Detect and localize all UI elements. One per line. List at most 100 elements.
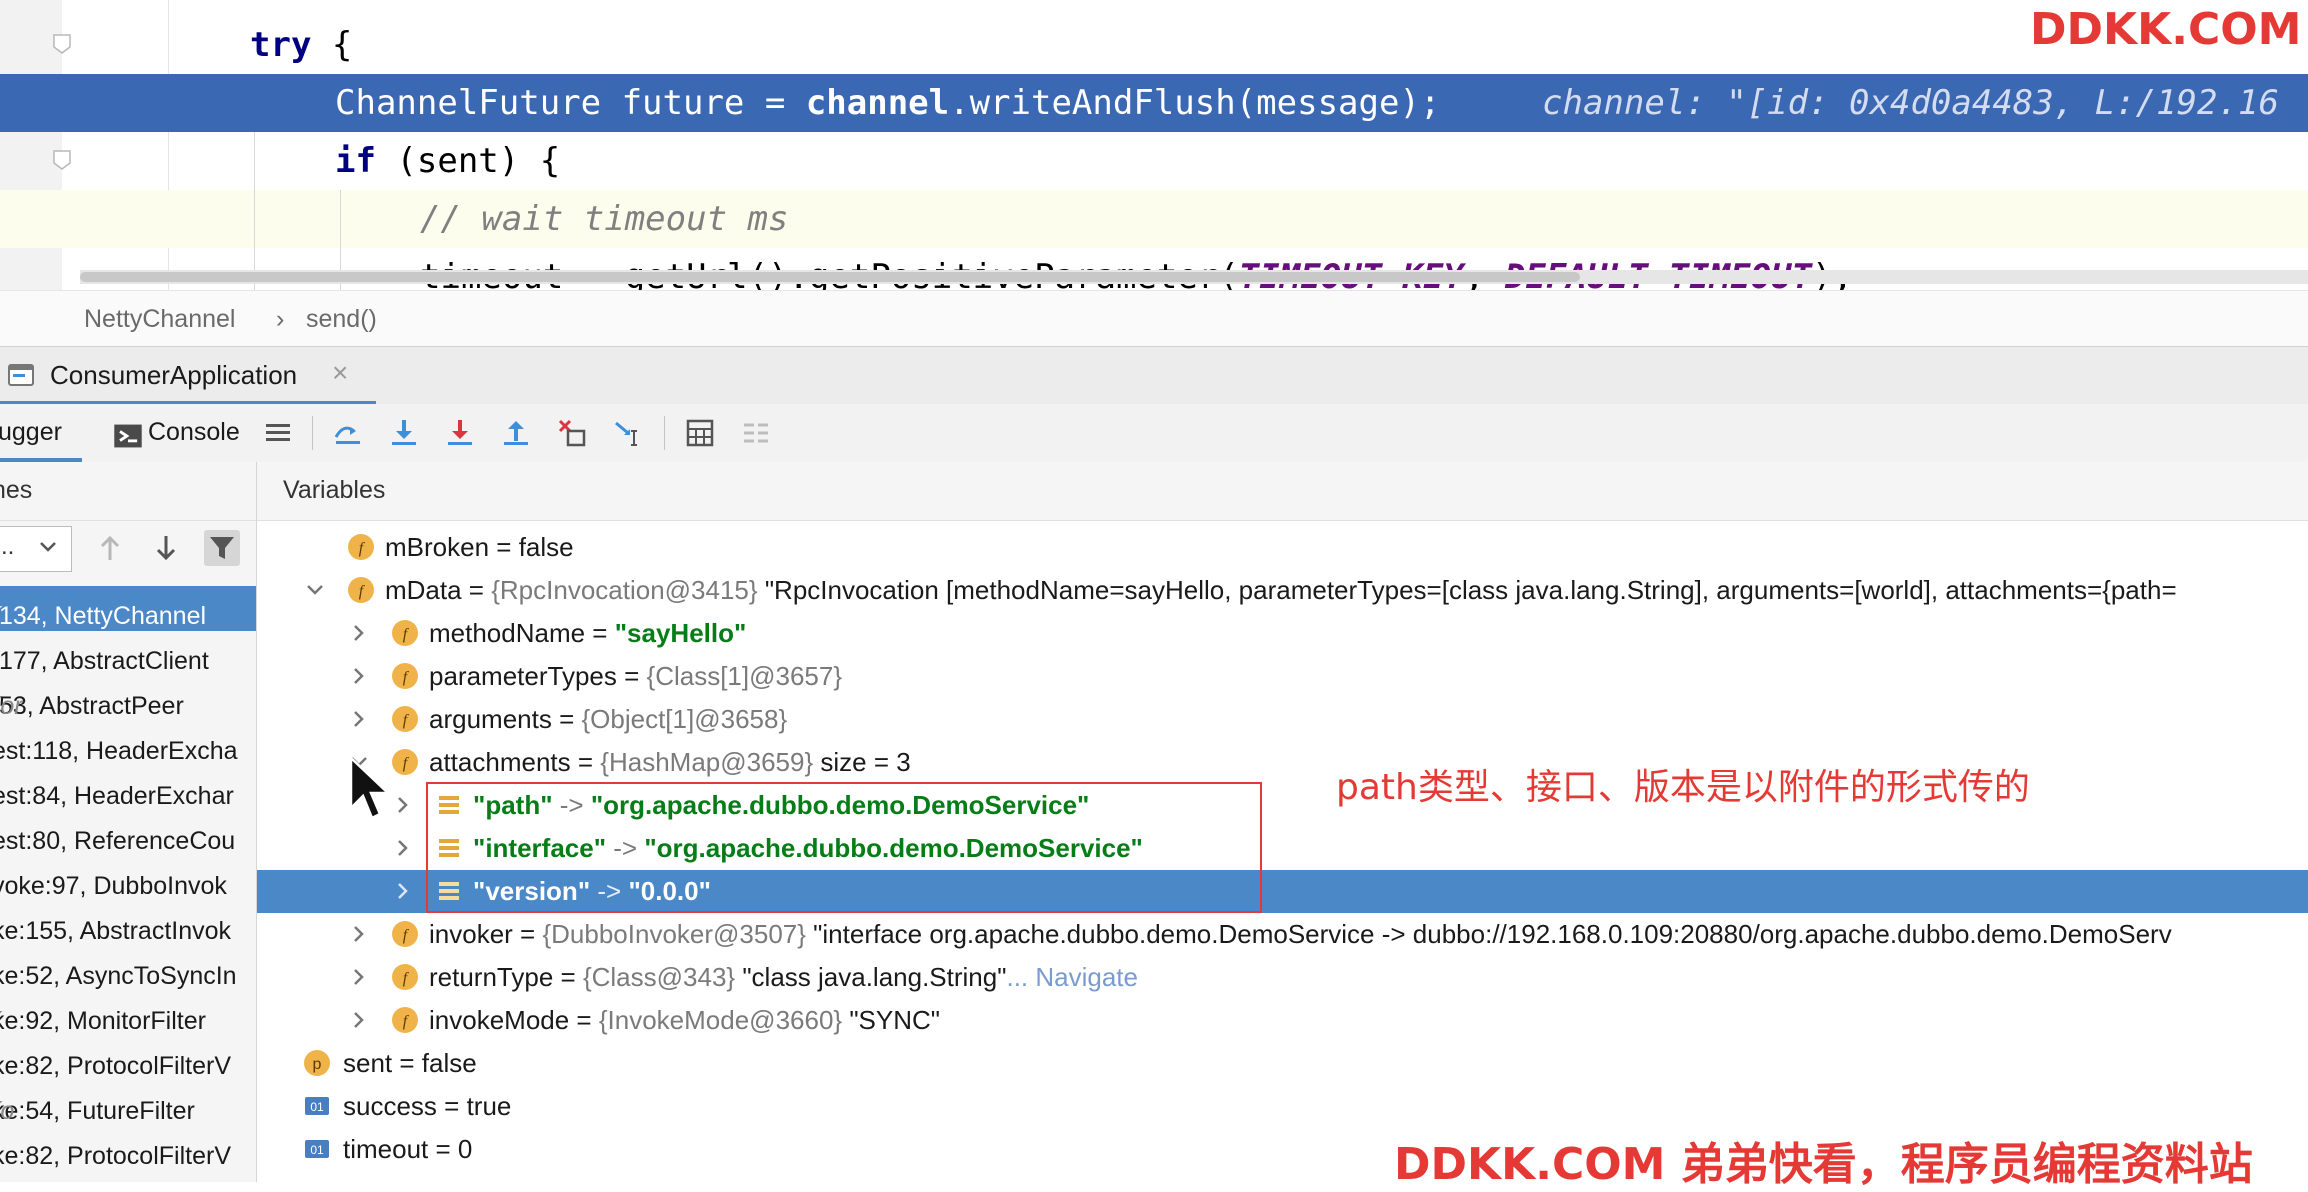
variable-value: false bbox=[422, 1048, 477, 1078]
variable-row-mdata[interactable]: f mData = {RpcInvocation@3415} "RpcInvoc… bbox=[257, 569, 2308, 612]
chevron-right-icon[interactable] bbox=[347, 664, 371, 688]
step-out-icon[interactable] bbox=[500, 417, 532, 449]
stack-frame-row[interactable]: ke:54, FutureFilter (o bbox=[0, 1081, 256, 1126]
frame-text: ke:92, MonitorFilter bbox=[0, 1007, 206, 1036]
trace-icon[interactable] bbox=[740, 417, 772, 449]
chevron-down-icon[interactable] bbox=[303, 578, 327, 602]
variable-name: arguments bbox=[429, 704, 552, 734]
variable-row-methodname[interactable]: f methodName = "sayHello" bbox=[257, 612, 2308, 655]
variable-name: invokeMode bbox=[429, 1005, 569, 1035]
stack-frame-row[interactable]: ke:82, ProtocolFilterV bbox=[0, 1036, 256, 1081]
variable-ref: {DubboInvoker@3507} bbox=[542, 919, 805, 949]
inline-debug-value: channel: "[id: 0x4d0a4483, L:/192.16 bbox=[1542, 74, 2279, 132]
step-into-icon[interactable] bbox=[388, 417, 420, 449]
fold-marker-icon[interactable] bbox=[50, 148, 74, 172]
variable-row-success[interactable]: 01 success = true bbox=[257, 1085, 2308, 1128]
variable-name: mData bbox=[385, 575, 462, 605]
variable-row-mbroken[interactable]: f mBroken = false bbox=[257, 526, 2308, 569]
stack-frame-row[interactable]: ke:82, ProtocolFilterV bbox=[0, 1126, 256, 1171]
breadcrumb-method[interactable]: send() bbox=[306, 305, 377, 334]
field-icon: f bbox=[391, 920, 419, 948]
stack-frame-row[interactable]: :177, AbstractClient bbox=[0, 631, 256, 676]
drop-frame-icon[interactable] bbox=[556, 417, 588, 449]
code-line-current-execution[interactable]: ChannelFuture future = channel.writeAndF… bbox=[0, 74, 2308, 132]
variable-value: false bbox=[519, 532, 574, 562]
menu-icon[interactable] bbox=[262, 417, 294, 449]
tab-debugger[interactable]: ugger bbox=[0, 404, 82, 462]
breadcrumb-class[interactable]: NettyChannel bbox=[84, 305, 235, 334]
fold-marker-icon[interactable] bbox=[50, 32, 74, 56]
breadcrumb-separator: › bbox=[276, 305, 284, 334]
stack-frame-row[interactable]: :134, NettyChannel ( bbox=[0, 586, 256, 631]
variable-row-parametertypes[interactable]: f parameterTypes = {Class[1]@3657} bbox=[257, 655, 2308, 698]
run-config-icon bbox=[8, 364, 34, 386]
variable-value: "RpcInvocation [methodName=sayHello, par… bbox=[758, 575, 2177, 605]
variable-eq: = bbox=[462, 575, 492, 605]
code-line-if[interactable]: if (sent) { bbox=[0, 132, 2308, 190]
editor-horizontal-scrollbar[interactable] bbox=[80, 270, 2308, 284]
variable-value: 0 bbox=[458, 1134, 472, 1164]
thread-selector[interactable]: .. bbox=[0, 526, 72, 572]
chevron-right-icon[interactable] bbox=[347, 621, 371, 645]
variable-row-invokemode[interactable]: f invokeMode = {InvokeMode@3660} "SYNC" bbox=[257, 999, 2308, 1042]
chevron-right-icon[interactable] bbox=[347, 922, 371, 946]
frame-text: ke:54, FutureFilter bbox=[0, 1097, 195, 1126]
field-icon: f bbox=[391, 619, 419, 647]
stack-frame-row[interactable]: :53, AbstractPeer (or bbox=[0, 676, 256, 721]
evaluate-expression-icon[interactable] bbox=[684, 417, 716, 449]
stack-frame-row[interactable]: voke:97, DubboInvok bbox=[0, 856, 256, 901]
tab-label: ConsumerApplication bbox=[50, 360, 297, 391]
frames-pane: nes .. :134, NettyChannel ( :177, Abstra… bbox=[0, 462, 257, 1182]
variable-eq: = bbox=[569, 1005, 599, 1035]
tab-label: ugger bbox=[0, 418, 62, 447]
variable-eq: = bbox=[437, 1091, 467, 1121]
code-editor[interactable]: try { ChannelFuture future = channel.wri… bbox=[0, 0, 2308, 290]
chevron-right-icon[interactable] bbox=[347, 707, 371, 731]
code-line-try[interactable]: try { bbox=[0, 16, 2308, 74]
show-execution-point-icon[interactable] bbox=[332, 417, 364, 449]
variable-value: "class java.lang.String" bbox=[735, 962, 1006, 992]
stack-frame-row[interactable]: ke:92, MonitorFilter ( bbox=[0, 991, 256, 1036]
variable-row-returntype[interactable]: f returnType = {Class@343} "class java.l… bbox=[257, 956, 2308, 999]
filter-icon[interactable] bbox=[204, 530, 240, 566]
stack-frame-row[interactable]: est:118, HeaderExcha bbox=[0, 721, 256, 766]
variable-row-sent[interactable]: p sent = false bbox=[257, 1042, 2308, 1085]
stack-frame-row[interactable]: ke:155, AbstractInvok bbox=[0, 901, 256, 946]
variable-ref: {Class@343} bbox=[583, 962, 735, 992]
navigate-link[interactable]: ... Navigate bbox=[1006, 962, 1138, 992]
arrow-down-icon[interactable] bbox=[150, 532, 182, 564]
debug-tab-bar: ConsumerApplication × bbox=[0, 346, 2308, 406]
scrollbar-thumb[interactable] bbox=[80, 272, 1580, 282]
frame-package: (o bbox=[0, 1097, 14, 1126]
parameter-icon: p bbox=[303, 1049, 331, 1077]
chevron-right-icon[interactable] bbox=[347, 1008, 371, 1032]
variable-ref: {RpcInvocation@3415} bbox=[491, 575, 757, 605]
force-step-into-icon[interactable] bbox=[444, 417, 476, 449]
keyword-if: if bbox=[335, 141, 376, 181]
stack-frame-row[interactable]: ke:52, AsyncToSyncIn bbox=[0, 946, 256, 991]
variable-value: "SYNC" bbox=[842, 1005, 940, 1035]
stack-frame-row[interactable]: est:84, HeaderExchar bbox=[0, 766, 256, 811]
tab-consumer-application[interactable]: ConsumerApplication × bbox=[0, 347, 376, 405]
chevron-right-icon[interactable] bbox=[391, 836, 415, 860]
console-icon bbox=[112, 420, 140, 448]
code-line-comment[interactable]: // wait timeout ms bbox=[0, 190, 2308, 248]
variable-name: mBroken bbox=[385, 532, 489, 562]
frame-text: ke:82, ProtocolFilterV bbox=[0, 1052, 231, 1081]
run-to-cursor-icon[interactable] bbox=[612, 417, 644, 449]
arrow-up-icon[interactable] bbox=[94, 532, 126, 564]
close-tab-icon[interactable]: × bbox=[332, 357, 348, 389]
thread-selector-value: .. bbox=[1, 533, 14, 561]
variable-row-invoker[interactable]: f invoker = {DubboInvoker@3507} "interfa… bbox=[257, 913, 2308, 956]
chevron-right-icon[interactable] bbox=[391, 793, 415, 817]
stack-frame-row[interactable]: est:80, ReferenceCou bbox=[0, 811, 256, 856]
tab-console[interactable]: Console bbox=[108, 404, 248, 462]
variable-name: methodName bbox=[429, 618, 585, 648]
chevron-right-icon[interactable] bbox=[347, 965, 371, 989]
chevron-right-icon[interactable] bbox=[391, 879, 415, 903]
variable-eq: = bbox=[428, 1134, 458, 1164]
frame-text: voke:97, DubboInvok bbox=[0, 872, 227, 901]
variable-value: "sayHello" bbox=[615, 618, 747, 648]
variable-row-arguments[interactable]: f arguments = {Object[1]@3658} bbox=[257, 698, 2308, 741]
field-icon: f bbox=[347, 533, 375, 561]
